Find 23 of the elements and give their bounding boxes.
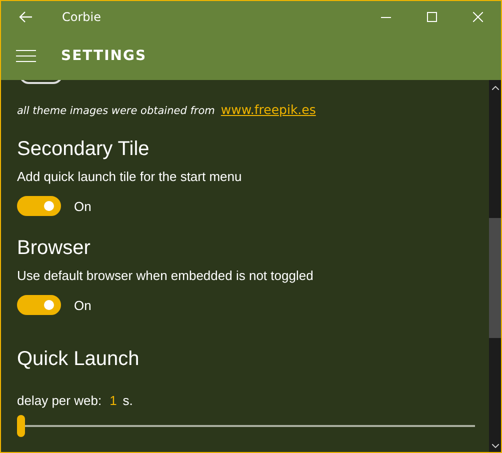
window-title: Corbie — [62, 10, 101, 24]
back-arrow-icon[interactable] — [19, 10, 33, 22]
slider-thumb[interactable] — [17, 415, 25, 437]
slider[interactable] — [17, 414, 475, 438]
slider-value: 1 — [110, 393, 117, 408]
section-heading: Quick Launch — [17, 347, 140, 372]
setting-description: Add quick launch tile for the start menu — [17, 169, 243, 184]
section-heading: Browser — [17, 236, 92, 261]
scrollbar[interactable] — [489, 80, 501, 452]
scroll-down-icon[interactable] — [492, 444, 498, 448]
slider-label: delay per web: — [17, 393, 102, 408]
toggle-label: On — [74, 298, 92, 312]
freepik-link[interactable]: www.freepik.es — [220, 102, 316, 117]
unit-label: s. — [122, 393, 133, 408]
menu-icon[interactable] — [16, 50, 36, 62]
scroll-up-icon[interactable] — [492, 86, 498, 90]
section-heading: Secondary Tile — [17, 137, 150, 162]
page-title: SETTINGS — [61, 48, 147, 64]
setting-description: Use default browser when embedded is not toggled — [17, 268, 314, 283]
toggle-switch[interactable] — [17, 295, 61, 315]
toggle-switch[interactable] — [17, 196, 61, 216]
toggle-label: On — [74, 198, 92, 214]
credit-text: all theme images were obtained from — [17, 105, 215, 117]
